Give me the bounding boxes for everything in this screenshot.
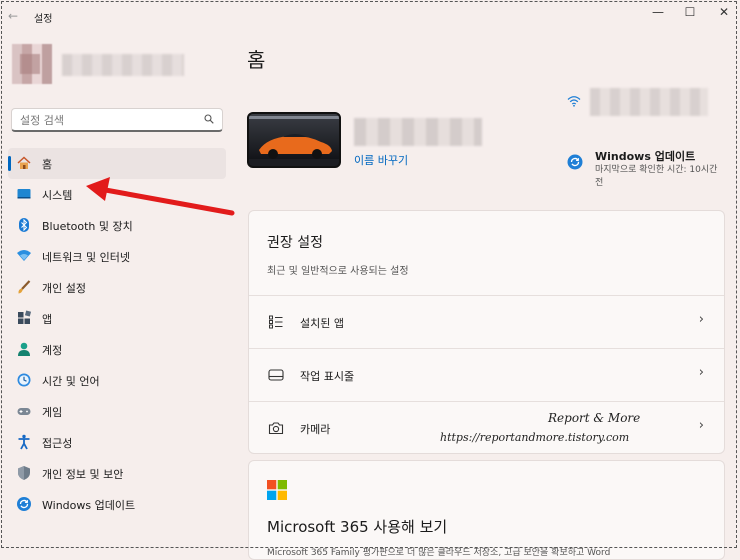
- sidebar-item-label: 시간 및 언어: [42, 375, 100, 388]
- row-label: 설치된 앱: [300, 317, 344, 330]
- recommended-settings-card: 권장 설정 최근 및 일반적으로 사용되는 설정 설치된 앱 › 작업 표시줄 …: [248, 210, 725, 454]
- sidebar-item-apps[interactable]: 앱: [8, 303, 226, 334]
- update-subtitle: 마지막으로 확인한 시간: 10시간 전: [595, 165, 718, 188]
- network-icon: [17, 250, 31, 261]
- minimize-button[interactable]: —: [646, 3, 670, 21]
- microsoft-logo-icon: [267, 480, 287, 500]
- page-title: 홈: [247, 48, 266, 72]
- sidebar-item-label: 개인 정보 및 보안: [42, 468, 124, 481]
- sidebar-item-label: 게임: [42, 406, 63, 419]
- sidebar-item-label: Windows 업데이트: [42, 499, 136, 512]
- search-icon[interactable]: [204, 114, 214, 124]
- sidebar-item-label: Bluetooth 및 장치: [42, 220, 133, 233]
- brush-icon: [18, 280, 31, 294]
- account-icon: [18, 342, 30, 356]
- car-image-icon: [249, 114, 339, 166]
- window-title: 설정: [34, 14, 53, 25]
- device-name-blurred: [354, 118, 482, 146]
- search-input[interactable]: [18, 113, 202, 128]
- list-icon: [269, 315, 283, 329]
- clock-globe-icon: [17, 373, 31, 387]
- chevron-right-icon: ›: [698, 365, 704, 380]
- update-status-icon: [567, 154, 583, 170]
- chevron-right-icon: ›: [698, 312, 704, 327]
- sidebar-item-bluetooth[interactable]: Bluetooth 및 장치: [8, 210, 226, 241]
- taskbar-icon: [268, 369, 284, 381]
- gamepad-icon: [17, 408, 31, 415]
- row-installed-apps[interactable]: 설치된 앱 ›: [249, 295, 724, 349]
- wifi-icon: [567, 96, 581, 107]
- sidebar-item-label: 개인 설정: [42, 282, 86, 295]
- rename-link[interactable]: 이름 바꾸기: [354, 152, 408, 168]
- sidebar-item-time-language[interactable]: 시간 및 언어: [8, 365, 226, 396]
- bluetooth-icon: [19, 218, 29, 232]
- sidebar-item-accounts[interactable]: 계정: [8, 334, 226, 365]
- sidebar-item-network[interactable]: 네트워크 및 인터넷: [8, 241, 226, 272]
- update-icon: [17, 497, 31, 511]
- chevron-right-icon: ›: [698, 418, 704, 433]
- sidebar-item-privacy[interactable]: 개인 정보 및 보안: [8, 458, 226, 489]
- sidebar-item-windows-update[interactable]: Windows 업데이트: [8, 489, 226, 520]
- close-button[interactable]: ✕: [712, 3, 736, 21]
- sidebar-item-system[interactable]: 시스템: [8, 179, 226, 210]
- sidebar-item-home[interactable]: 홈: [8, 148, 226, 179]
- microsoft-365-card[interactable]: Microsoft 365 사용해 보기 Microsoft 365 Famil…: [248, 460, 725, 560]
- card-title: 권장 설정: [267, 235, 323, 251]
- ms365-title: Microsoft 365 사용해 보기: [267, 518, 448, 536]
- ms365-subtitle: Microsoft 365 Family 평가판으로 더 많은 클라우드 저장소…: [267, 548, 611, 558]
- home-icon: [17, 156, 31, 169]
- accessibility-icon: [18, 434, 30, 450]
- sidebar-item-accessibility[interactable]: 접근성: [8, 427, 226, 458]
- sidebar-item-label: 계정: [42, 344, 63, 357]
- title-bar: ← 설정 — ☐ ✕: [0, 0, 740, 32]
- card-subtitle: 최근 및 일반적으로 사용되는 설정: [267, 266, 409, 277]
- sidebar-item-label: 네트워크 및 인터넷: [42, 251, 130, 264]
- profile-name-blurred: [62, 54, 184, 76]
- back-button[interactable]: ←: [8, 9, 18, 23]
- sidebar-item-label: 홈: [42, 158, 53, 171]
- sidebar-item-personalization[interactable]: 개인 설정: [8, 272, 226, 303]
- camera-icon: [268, 422, 284, 435]
- search-box[interactable]: [11, 108, 223, 132]
- sidebar-item-label: 시스템: [42, 189, 73, 202]
- row-camera[interactable]: 카메라 ›: [249, 401, 724, 455]
- row-label: 카메라: [300, 423, 331, 436]
- system-icon: [17, 189, 31, 199]
- watermark-url: https://reportandmore.tistory.com: [440, 431, 630, 444]
- sidebar-item-label: 앱: [42, 313, 53, 326]
- update-title[interactable]: Windows 업데이트: [595, 148, 695, 164]
- sidebar-nav: 홈 시스템 Bluetooth 및 장치 네트워크 및 인터넷 개인 설정 앱 …: [8, 148, 226, 520]
- sidebar-item-label: 접근성: [42, 437, 73, 450]
- row-label: 작업 표시줄: [300, 370, 355, 383]
- sidebar-item-gaming[interactable]: 게임: [8, 396, 226, 427]
- shield-icon: [18, 466, 30, 480]
- watermark-title: Report & More: [548, 411, 641, 425]
- maximize-button[interactable]: ☐: [678, 3, 702, 21]
- row-taskbar[interactable]: 작업 표시줄 ›: [249, 348, 724, 402]
- avatar[interactable]: [12, 44, 52, 84]
- apps-icon: [18, 310, 32, 324]
- device-wallpaper-thumbnail[interactable]: [247, 112, 341, 168]
- network-name-blurred: [590, 88, 708, 116]
